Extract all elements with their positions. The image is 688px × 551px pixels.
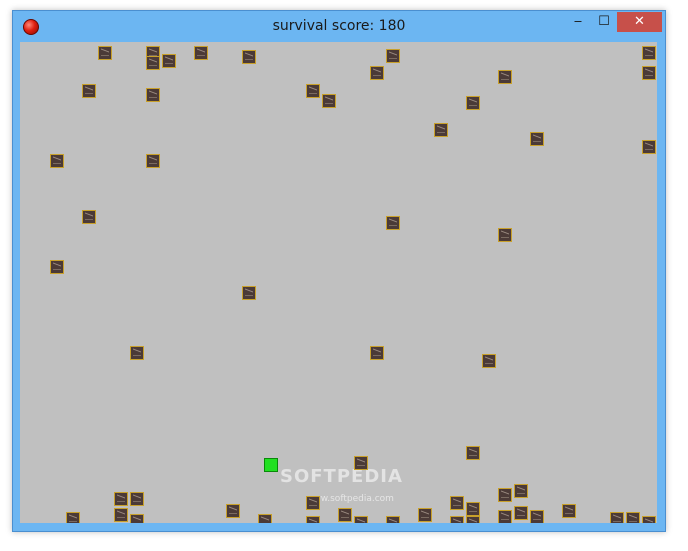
enemy-block [642, 66, 656, 80]
enemy-block [322, 94, 336, 108]
enemy-block [114, 508, 128, 522]
enemy-block [562, 504, 576, 518]
enemy-block [450, 496, 464, 510]
enemy-block [498, 228, 512, 242]
minimize-button[interactable]: ‒ [565, 12, 591, 32]
enemy-block [82, 210, 96, 224]
enemy-block [242, 286, 256, 300]
enemy-block [418, 508, 432, 522]
enemy-block [338, 508, 352, 522]
enemy-block [370, 346, 384, 360]
enemy-block [226, 504, 240, 518]
game-window: survival score: 180 ‒ ☐ ✕ SOFTPEDIA www.… [12, 10, 666, 532]
enemy-block [610, 512, 624, 523]
enemy-block [370, 66, 384, 80]
enemy-block [434, 123, 448, 137]
enemy-block [306, 516, 320, 523]
enemy-block [642, 516, 656, 523]
enemy-block [530, 510, 544, 523]
enemy-block [514, 484, 528, 498]
enemy-block [66, 512, 80, 523]
enemy-block [130, 346, 144, 360]
enemy-block [498, 510, 512, 523]
enemy-block [146, 154, 160, 168]
enemy-block [498, 488, 512, 502]
enemy-block [82, 84, 96, 98]
enemy-block [530, 132, 544, 146]
enemy-block [50, 260, 64, 274]
enemy-block [242, 50, 256, 64]
enemy-block [354, 456, 368, 470]
enemy-block [626, 512, 640, 523]
enemy-block [194, 46, 208, 60]
enemy-block [258, 514, 272, 523]
enemy-block [386, 49, 400, 63]
enemy-block [386, 516, 400, 523]
enemy-block [466, 502, 480, 516]
enemy-block [146, 88, 160, 102]
enemy-block [466, 516, 480, 523]
enemy-block [498, 70, 512, 84]
enemy-block [130, 492, 144, 506]
enemy-block [306, 496, 320, 510]
enemy-block [466, 96, 480, 110]
enemy-block [642, 46, 656, 60]
game-canvas[interactable]: SOFTPEDIA www.softpedia.com [20, 42, 657, 523]
player-square[interactable] [264, 458, 278, 472]
enemy-block [386, 216, 400, 230]
enemy-block [354, 516, 368, 523]
enemy-block [514, 506, 528, 520]
softpedia-watermark: SOFTPEDIA [280, 466, 403, 487]
enemy-block [50, 154, 64, 168]
enemy-block [146, 56, 160, 70]
enemy-block [162, 54, 176, 68]
maximize-button[interactable]: ☐ [591, 12, 617, 32]
close-button[interactable]: ✕ [617, 12, 662, 32]
enemy-block [306, 84, 320, 98]
enemy-block [98, 46, 112, 60]
enemy-block [130, 514, 144, 523]
enemy-block [466, 446, 480, 460]
enemy-block [114, 492, 128, 506]
enemy-block [642, 140, 656, 154]
enemy-block [482, 354, 496, 368]
enemy-block [450, 516, 464, 523]
title-bar[interactable]: survival score: 180 ‒ ☐ ✕ [13, 11, 665, 43]
